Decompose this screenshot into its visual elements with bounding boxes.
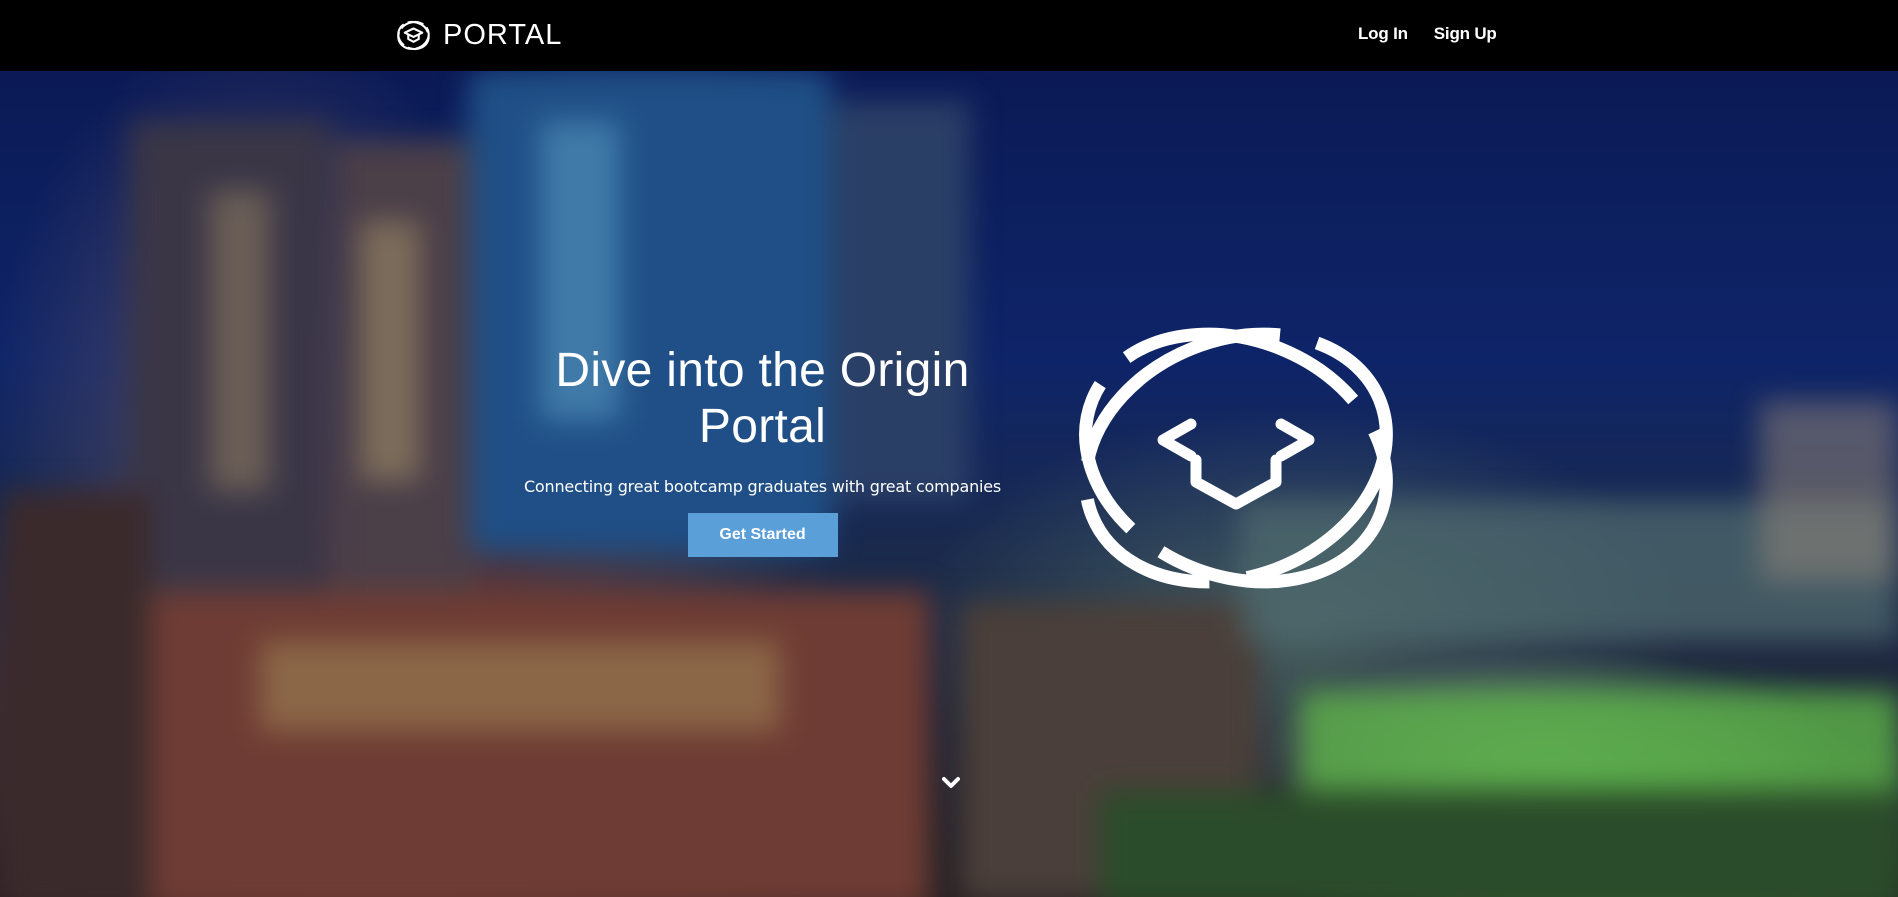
- hero-title: Dive into the Origin Portal: [555, 344, 970, 453]
- chevron-down-icon[interactable]: [942, 776, 960, 790]
- brand-link[interactable]: PORTAL: [396, 18, 562, 53]
- hero-content: Dive into the Origin Portal Connecting g…: [500, 343, 1025, 557]
- login-link[interactable]: Log In: [1358, 24, 1408, 44]
- hero-section: Dive into the Origin Portal Connecting g…: [0, 71, 1898, 897]
- brand-name: PORTAL: [443, 19, 563, 51]
- top-navbar: PORTAL Log In Sign Up: [0, 0, 1898, 71]
- hero-subtitle: Connecting great bootcamp graduates with…: [523, 477, 1002, 496]
- graduation-cap-orbit-icon: [1079, 327, 1393, 589]
- graduation-cap-orbit-icon: [397, 20, 430, 51]
- signup-link[interactable]: Sign Up: [1434, 24, 1497, 44]
- nav-links: Log In Sign Up: [1358, 24, 1497, 44]
- get-started-button[interactable]: Get Started: [687, 513, 838, 557]
